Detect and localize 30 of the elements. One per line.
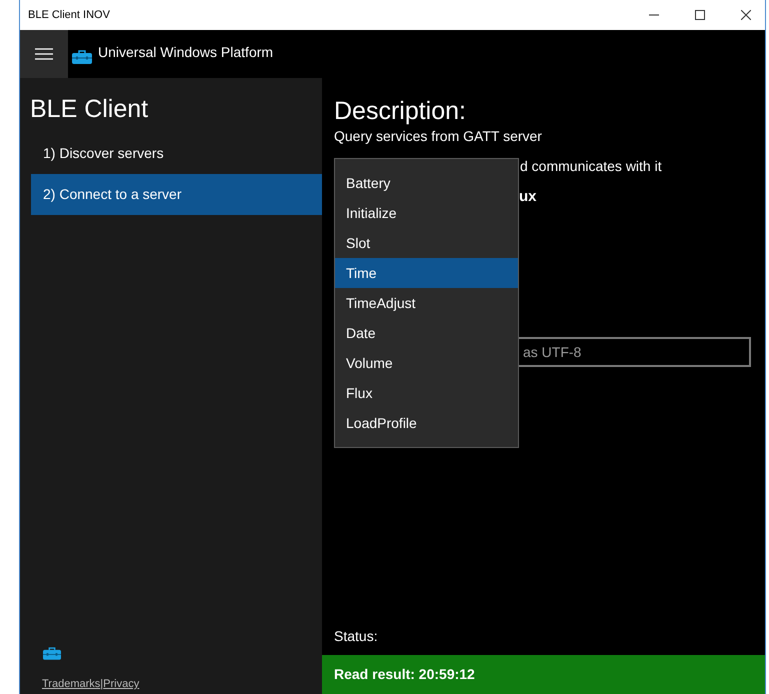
app-title: Universal Windows Platform — [98, 42, 274, 62]
description-heading: Description: — [333, 96, 467, 126]
dropdown-option[interactable]: TimeAdjust — [335, 288, 518, 318]
description-text: d communicates with it — [519, 157, 663, 176]
dropdown-option[interactable]: Slot — [335, 228, 518, 258]
menu-button[interactable] — [20, 30, 68, 78]
dropdown-option[interactable]: Date — [335, 318, 518, 348]
status-label: Status: — [333, 627, 379, 646]
dropdown-option[interactable]: Time — [335, 258, 518, 288]
description-text: Query services from GATT server — [333, 127, 543, 146]
sidebar-title: BLE Client — [29, 94, 150, 125]
dropdown-option[interactable]: LoadProfile — [335, 408, 518, 438]
dropdown-option[interactable]: Flux — [335, 378, 518, 408]
toolbox-icon — [43, 647, 61, 660]
privacy-link[interactable]: Privacy — [103, 676, 140, 692]
toolbox-icon — [72, 50, 92, 64]
device-name: ux — [518, 187, 538, 207]
dropdown-option[interactable]: Battery — [335, 168, 518, 198]
maximize-icon[interactable] — [695, 10, 705, 20]
status-message: Read result: 20:59:12 — [334, 665, 475, 684]
input-field[interactable]: as UTF-8 — [517, 337, 751, 367]
trademarks-link[interactable]: Trademarks — [42, 676, 100, 692]
sidebar-item[interactable]: 1) Discover servers — [31, 133, 322, 174]
close-icon[interactable] — [741, 10, 751, 20]
window-title: BLE Client INOV — [28, 8, 110, 23]
link-separator: | — [100, 677, 104, 692]
menu-icon — [35, 48, 53, 60]
dropdown-option[interactable]: Volume — [335, 348, 518, 378]
dropdown-option[interactable]: Initialize — [335, 198, 518, 228]
sidebar-item[interactable]: 2) Connect to a server — [31, 174, 322, 215]
